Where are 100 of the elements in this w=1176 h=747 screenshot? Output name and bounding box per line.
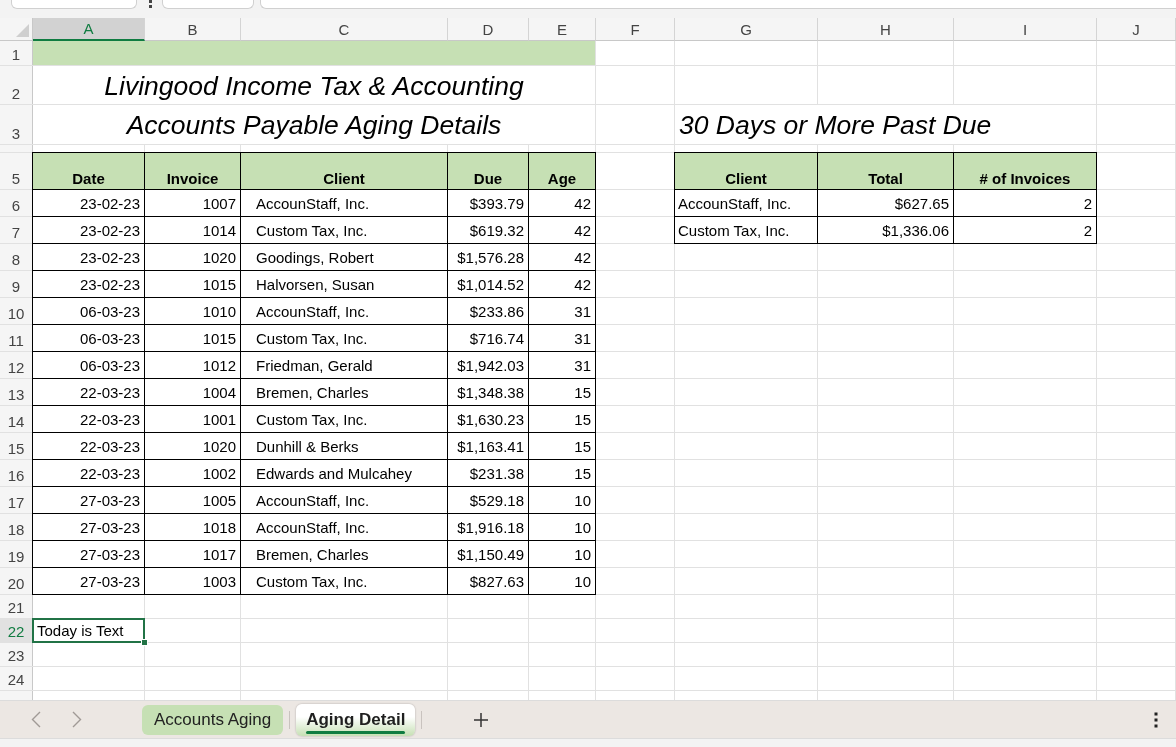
table-cell: 31 bbox=[529, 352, 596, 379]
table-cell: $1,576.28 bbox=[448, 244, 529, 271]
table-cell: 2 bbox=[954, 190, 1097, 217]
row-header[interactable]: 11 bbox=[0, 325, 33, 351]
column-header[interactable]: H bbox=[818, 18, 954, 41]
table-cell: 22-03-23 bbox=[32, 460, 145, 487]
table-cell: $1,014.52 bbox=[448, 271, 529, 298]
sheet-tab[interactable]: Aging Detail bbox=[296, 703, 416, 736]
table-cell: Custom Tax, Inc. bbox=[241, 217, 448, 244]
table-cell: 10 bbox=[529, 541, 596, 568]
table-cell: 1003 bbox=[145, 568, 241, 595]
formula-field[interactable] bbox=[260, 0, 1176, 9]
table-cell: $393.79 bbox=[448, 190, 529, 217]
row-header[interactable] bbox=[0, 145, 33, 152]
table-header: Due bbox=[448, 152, 529, 190]
report-title: Livingood Income Tax & Accounting bbox=[104, 70, 524, 102]
table-cell: 06-03-23 bbox=[32, 352, 145, 379]
row-header[interactable]: 22 bbox=[0, 619, 33, 642]
table-cell: 10 bbox=[529, 487, 596, 514]
table-cell: 22-03-23 bbox=[32, 379, 145, 406]
table-cell: Custom Tax, Inc. bbox=[241, 406, 448, 433]
row-header[interactable]: 13 bbox=[0, 379, 33, 405]
table-cell: 27-03-23 bbox=[32, 487, 145, 514]
table-cell: $1,630.23 bbox=[448, 406, 529, 433]
row-header[interactable]: 9 bbox=[0, 271, 33, 297]
table-cell: 2 bbox=[954, 217, 1097, 244]
row-header[interactable]: 1 bbox=[0, 41, 33, 65]
sheet-tab[interactable]: Accounts Aging bbox=[142, 704, 284, 735]
table-cell: AccounStaff, Inc. bbox=[241, 190, 448, 217]
table-cell: 1018 bbox=[145, 514, 241, 541]
table-cell: 1015 bbox=[145, 271, 241, 298]
table-cell: 1005 bbox=[145, 487, 241, 514]
row-header[interactable]: 7 bbox=[0, 217, 33, 243]
table-cell: 15 bbox=[529, 406, 596, 433]
text-cell[interactable]: Today is Text bbox=[32, 618, 145, 643]
table-cell: AccounStaff, Inc. bbox=[674, 190, 818, 217]
row-header[interactable]: 23 bbox=[0, 643, 33, 666]
table-cell: $1,150.49 bbox=[448, 541, 529, 568]
row-header[interactable]: 12 bbox=[0, 352, 33, 378]
table-cell: Friedman, Gerald bbox=[241, 352, 448, 379]
row-header[interactable]: 5 bbox=[0, 153, 33, 189]
row-header[interactable]: 15 bbox=[0, 433, 33, 459]
more-icon[interactable] bbox=[1154, 711, 1158, 728]
table-cell: 1007 bbox=[145, 190, 241, 217]
table-header: Invoice bbox=[145, 152, 241, 190]
row-header[interactable] bbox=[0, 691, 33, 700]
chevron-left-icon[interactable] bbox=[31, 711, 41, 728]
table-cell: 1020 bbox=[145, 244, 241, 271]
fill-handle[interactable] bbox=[141, 639, 148, 646]
table-cell: 15 bbox=[529, 433, 596, 460]
row-header[interactable]: 14 bbox=[0, 406, 33, 432]
column-header[interactable]: A bbox=[33, 18, 145, 41]
table-cell: 1020 bbox=[145, 433, 241, 460]
table-cell: Dunhill & Berks bbox=[241, 433, 448, 460]
row-header[interactable]: 24 bbox=[0, 667, 33, 690]
column-header[interactable]: I bbox=[954, 18, 1097, 41]
table-cell: 06-03-23 bbox=[32, 325, 145, 352]
row-header[interactable]: 21 bbox=[0, 595, 33, 618]
table-cell: 1004 bbox=[145, 379, 241, 406]
table-cell: Goodings, Robert bbox=[241, 244, 448, 271]
chevron-right-icon[interactable] bbox=[72, 711, 82, 728]
table-cell: 31 bbox=[529, 325, 596, 352]
row-header[interactable]: 19 bbox=[0, 541, 33, 567]
column-header[interactable]: J bbox=[1097, 18, 1176, 41]
table-cell: 1001 bbox=[145, 406, 241, 433]
table-cell: Edwards and Mulcahey bbox=[241, 460, 448, 487]
row-header[interactable]: 17 bbox=[0, 487, 33, 513]
table-cell: 1002 bbox=[145, 460, 241, 487]
plus-icon[interactable] bbox=[473, 711, 490, 728]
table-cell: $233.86 bbox=[448, 298, 529, 325]
table-cell: 1010 bbox=[145, 298, 241, 325]
row-header[interactable]: 2 bbox=[0, 66, 33, 104]
table-cell: 22-03-23 bbox=[32, 406, 145, 433]
table-cell: 06-03-23 bbox=[32, 298, 145, 325]
table-cell: 15 bbox=[529, 379, 596, 406]
table-cell: Bremen, Charles bbox=[241, 379, 448, 406]
column-header[interactable]: G bbox=[675, 18, 818, 41]
table-cell: 23-02-23 bbox=[32, 271, 145, 298]
table-cell: Custom Tax, Inc. bbox=[241, 325, 448, 352]
name-box-field[interactable] bbox=[11, 0, 137, 9]
row-header[interactable]: 18 bbox=[0, 514, 33, 540]
table-cell: 27-03-23 bbox=[32, 568, 145, 595]
table-cell: 15 bbox=[529, 460, 596, 487]
row-header[interactable]: 8 bbox=[0, 244, 33, 270]
row-header[interactable]: 20 bbox=[0, 568, 33, 594]
row-header[interactable]: 10 bbox=[0, 298, 33, 324]
row-header[interactable]: 16 bbox=[0, 460, 33, 486]
row-header[interactable]: 6 bbox=[0, 190, 33, 216]
row-header[interactable]: 3 bbox=[0, 105, 33, 144]
table-cell: $231.38 bbox=[448, 460, 529, 487]
table-cell: $716.74 bbox=[448, 325, 529, 352]
table-cell: 1012 bbox=[145, 352, 241, 379]
column-header[interactable]: F bbox=[596, 18, 675, 41]
table-cell: $1,942.03 bbox=[448, 352, 529, 379]
grip-icon[interactable] bbox=[149, 0, 152, 8]
table-cell: 1015 bbox=[145, 325, 241, 352]
table-cell: $627.65 bbox=[818, 190, 954, 217]
table-cell: 27-03-23 bbox=[32, 514, 145, 541]
table-header: Date bbox=[32, 152, 145, 190]
table-cell: 1014 bbox=[145, 217, 241, 244]
